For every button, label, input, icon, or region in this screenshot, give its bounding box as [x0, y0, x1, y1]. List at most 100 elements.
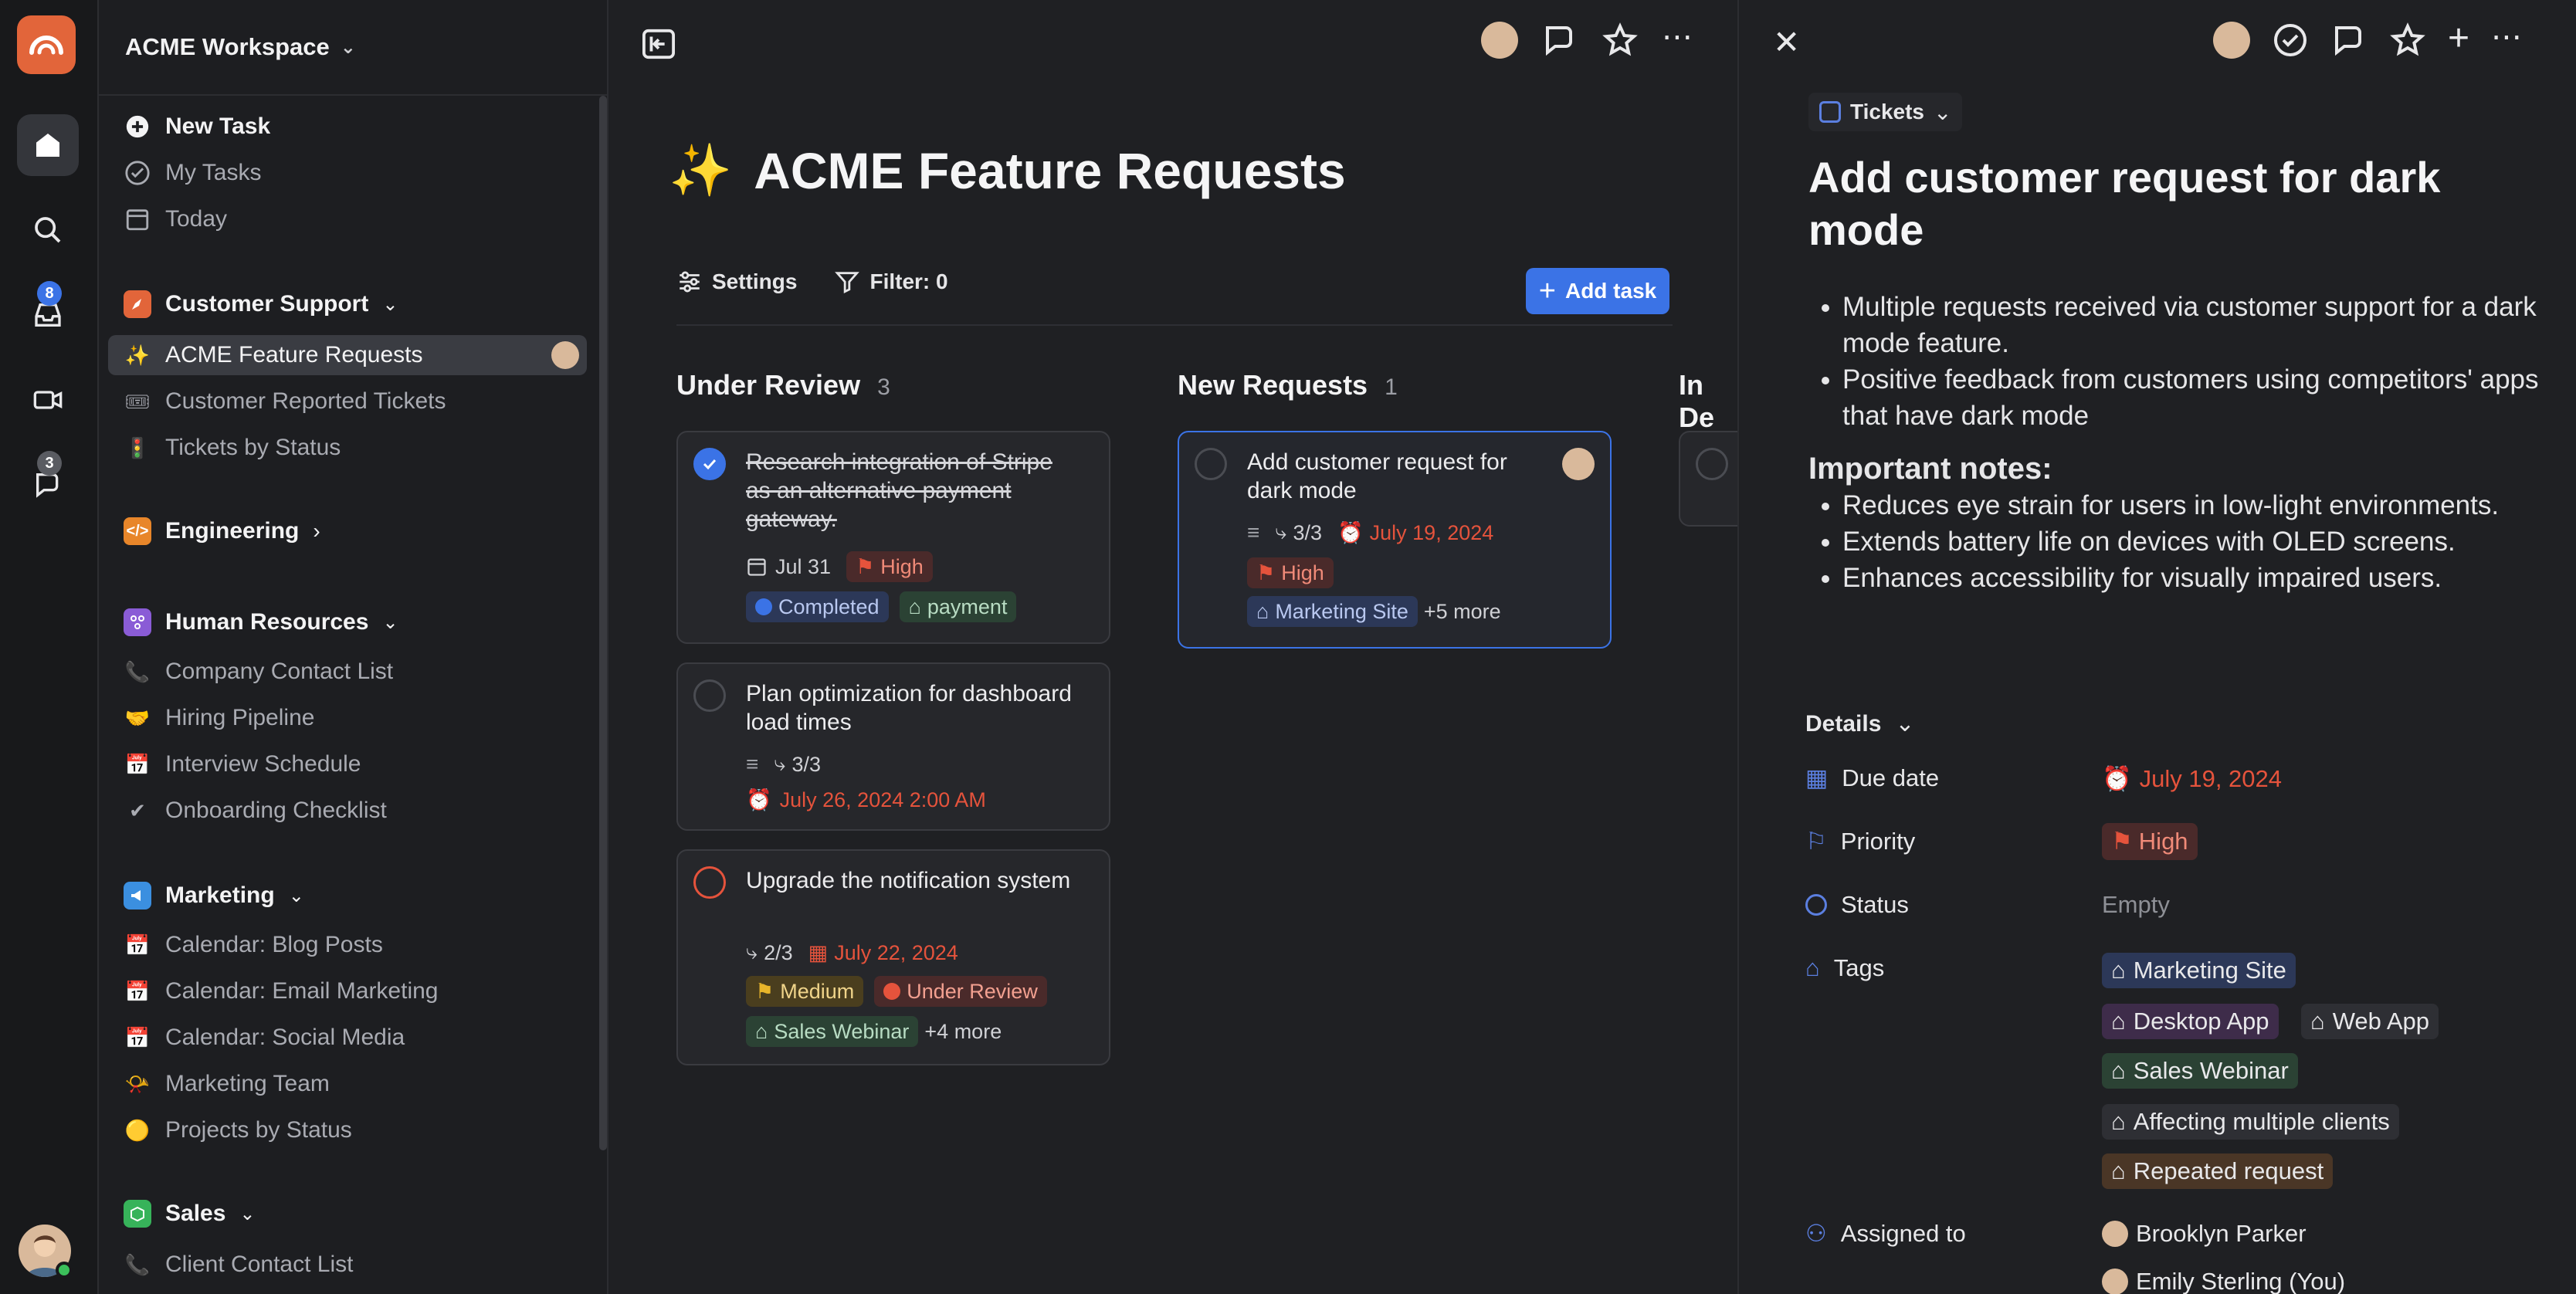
sidebar-item-calendar-blog-posts[interactable]: 📅 Calendar: Blog Posts	[108, 925, 587, 965]
settings-button[interactable]: Settings	[676, 269, 797, 295]
box-icon	[124, 1200, 151, 1228]
task-detail-panel: ✕ + ⋯ Tickets ⌄ Add customer request for…	[1737, 0, 2576, 1294]
more-icon[interactable]: ⋯	[2491, 22, 2522, 63]
chevron-down-icon: ⌄	[382, 611, 398, 633]
tag-pill[interactable]: ⌂ Sales Webinar	[2102, 1053, 2298, 1089]
video-icon[interactable]	[17, 369, 79, 431]
app-logo[interactable]	[17, 15, 76, 74]
section-label: Marketing	[165, 882, 275, 908]
sidebar-item-client-contact-list[interactable]: 📞 Client Contact List	[108, 1245, 587, 1285]
horn-icon: 📯	[124, 1072, 151, 1096]
complete-checkbox[interactable]	[693, 866, 726, 899]
priority-text: High	[2138, 828, 2188, 855]
today-item[interactable]: Today	[108, 199, 587, 239]
section-sales[interactable]: Sales ⌄	[108, 1194, 587, 1234]
complete-checkbox[interactable]	[1696, 448, 1728, 480]
search-icon[interactable]	[17, 199, 79, 261]
sidebar-scrollbar[interactable]	[599, 96, 607, 1150]
flag-icon: ⚑	[856, 554, 875, 578]
avatar[interactable]	[1481, 22, 1518, 59]
task-card[interactable]: Upgrade the notification system ⤷ 2/3 ▦ …	[676, 849, 1110, 1065]
breadcrumb[interactable]: Tickets ⌄	[1808, 93, 1963, 131]
star-icon[interactable]	[2389, 22, 2426, 63]
tag-text: Web App	[2332, 1008, 2429, 1035]
due-date-value[interactable]: ⏰ July 19, 2024	[2102, 764, 2282, 793]
field-status: Status	[1805, 891, 1909, 919]
description-bullet: Reduces eye strain for users in low-ligh…	[1842, 487, 2550, 523]
task-card[interactable]	[1679, 431, 1737, 527]
sidebar-item-marketing-team[interactable]: 📯 Marketing Team	[108, 1064, 587, 1104]
nav-rail: 8 3	[0, 0, 99, 1294]
sliders-icon	[680, 271, 700, 293]
my-tasks-item[interactable]: My Tasks	[108, 153, 587, 193]
tag-pill[interactable]: ⌂ Affecting multiple clients	[2102, 1104, 2399, 1140]
priority-value[interactable]: ⚑ High	[2102, 823, 2198, 860]
sidebar-item-tickets-by-status[interactable]: 🚦 Tickets by Status	[108, 428, 587, 468]
tag-text: Sales Webinar	[2133, 1057, 2289, 1084]
sidebar-item-calendar-social-media[interactable]: 📅 Calendar: Social Media	[108, 1018, 587, 1058]
tag-icon: ⌂	[2111, 1057, 2126, 1084]
sidebar-item-customer-reported-tickets[interactable]: 🎟 Customer Reported Tickets	[108, 381, 587, 422]
calendar-icon: ▦	[1805, 764, 1829, 791]
sidebar-item-interview-schedule[interactable]: 📅 Interview Schedule	[108, 744, 587, 784]
assignee[interactable]: Emily Sterling (You)	[2102, 1268, 2345, 1294]
sidebar-item-calendar-email-marketing[interactable]: 📅 Calendar: Email Marketing	[108, 971, 587, 1011]
status-circle-icon	[1805, 894, 1827, 916]
subtask-count: 3/3	[791, 752, 822, 776]
check-circle-icon[interactable]	[2272, 22, 2309, 63]
sidebar-item-onboarding-checklist[interactable]: ✔ Onboarding Checklist	[108, 791, 587, 831]
section-customer-support[interactable]: Customer Support ⌄	[108, 284, 587, 324]
star-icon[interactable]	[1602, 22, 1639, 63]
plus-icon[interactable]: +	[2448, 20, 2469, 63]
sidebar-item-company-contact-list[interactable]: 📞 Company Contact List	[108, 652, 587, 692]
home-icon[interactable]	[17, 114, 79, 176]
task-meta: ≡ ⤷ 3/3	[746, 752, 821, 777]
workspace-switcher[interactable]: ACME Workspace ⌄	[125, 0, 356, 94]
task-tags: Completed ⌂ payment	[746, 591, 1017, 622]
sidebar-item-hiring-pipeline[interactable]: 🤝 Hiring Pipeline	[108, 698, 587, 738]
section-human-resources[interactable]: Human Resources ⌄	[108, 602, 587, 642]
sidebar-item-label: Customer Reported Tickets	[165, 388, 446, 414]
task-description[interactable]: Multiple requests received via customer …	[1808, 289, 2550, 596]
avatar[interactable]	[2213, 22, 2250, 59]
task-card[interactable]: Plan optimization for dashboard load tim…	[676, 662, 1110, 831]
sidebar-item-label: Marketing Team	[165, 1071, 330, 1096]
subtasks: ⤷ 3/3	[1275, 520, 1322, 545]
complete-checkbox[interactable]	[693, 448, 726, 480]
sidebar-item-projects-by-status[interactable]: 🟡 Projects by Status	[108, 1110, 587, 1150]
due-date: ⏰ July 19, 2024	[1337, 520, 1493, 545]
alarm-icon: ⏰	[2102, 765, 2132, 792]
due-date-text: July 19, 2024	[2139, 764, 2283, 792]
more-tags[interactable]: +5 more	[1424, 600, 1501, 624]
tag-pill[interactable]: ⌂ Web App	[2301, 1004, 2439, 1039]
status-badge: Under Review	[874, 976, 1047, 1007]
task-card-selected[interactable]: Add customer request for dark mode ≡ ⤷ 3…	[1178, 431, 1612, 649]
details-toggle[interactable]: Details ⌄	[1805, 710, 1915, 737]
complete-checkbox[interactable]	[1195, 448, 1227, 480]
section-engineering[interactable]: </> Engineering ›	[108, 511, 587, 551]
assignee[interactable]: Brooklyn Parker	[2102, 1220, 2307, 1248]
flag-icon: ⚑	[755, 979, 774, 1003]
more-icon[interactable]: ⋯	[1662, 22, 1693, 63]
section-marketing[interactable]: Marketing ⌄	[108, 876, 587, 916]
due-date-text: July 22, 2024	[834, 940, 958, 964]
tag-pill[interactable]: ⌂ Repeated request	[2102, 1153, 2334, 1189]
more-tags[interactable]: +4 more	[924, 1020, 1002, 1044]
tag-pill[interactable]: ⌂ Marketing Site	[2102, 953, 2296, 988]
inbox-badge: 8	[37, 281, 62, 306]
task-title[interactable]: Add customer request for dark mode	[1808, 151, 2519, 256]
new-task-button[interactable]: New Task	[108, 107, 587, 147]
chat-icon[interactable]	[2330, 22, 2368, 63]
calendar-icon: 📅	[124, 933, 151, 957]
filter-button[interactable]: Filter: 0	[834, 269, 948, 295]
sidebar-item-acme-feature-requests[interactable]: ✨ ACME Feature Requests	[108, 335, 587, 375]
task-card[interactable]: Research integration of Stripe as an alt…	[676, 431, 1110, 644]
status-value[interactable]: Empty	[2102, 891, 2170, 919]
complete-checkbox[interactable]	[693, 679, 726, 712]
tag-text: payment	[927, 594, 1008, 618]
close-icon[interactable]: ✕	[1773, 26, 1800, 59]
chat-icon[interactable]	[1541, 22, 1578, 63]
tag-pill[interactable]: ⌂ Desktop App	[2102, 1004, 2279, 1039]
add-task-button[interactable]: + Add task	[1526, 268, 1669, 314]
collapse-sidebar-icon[interactable]	[641, 28, 676, 64]
